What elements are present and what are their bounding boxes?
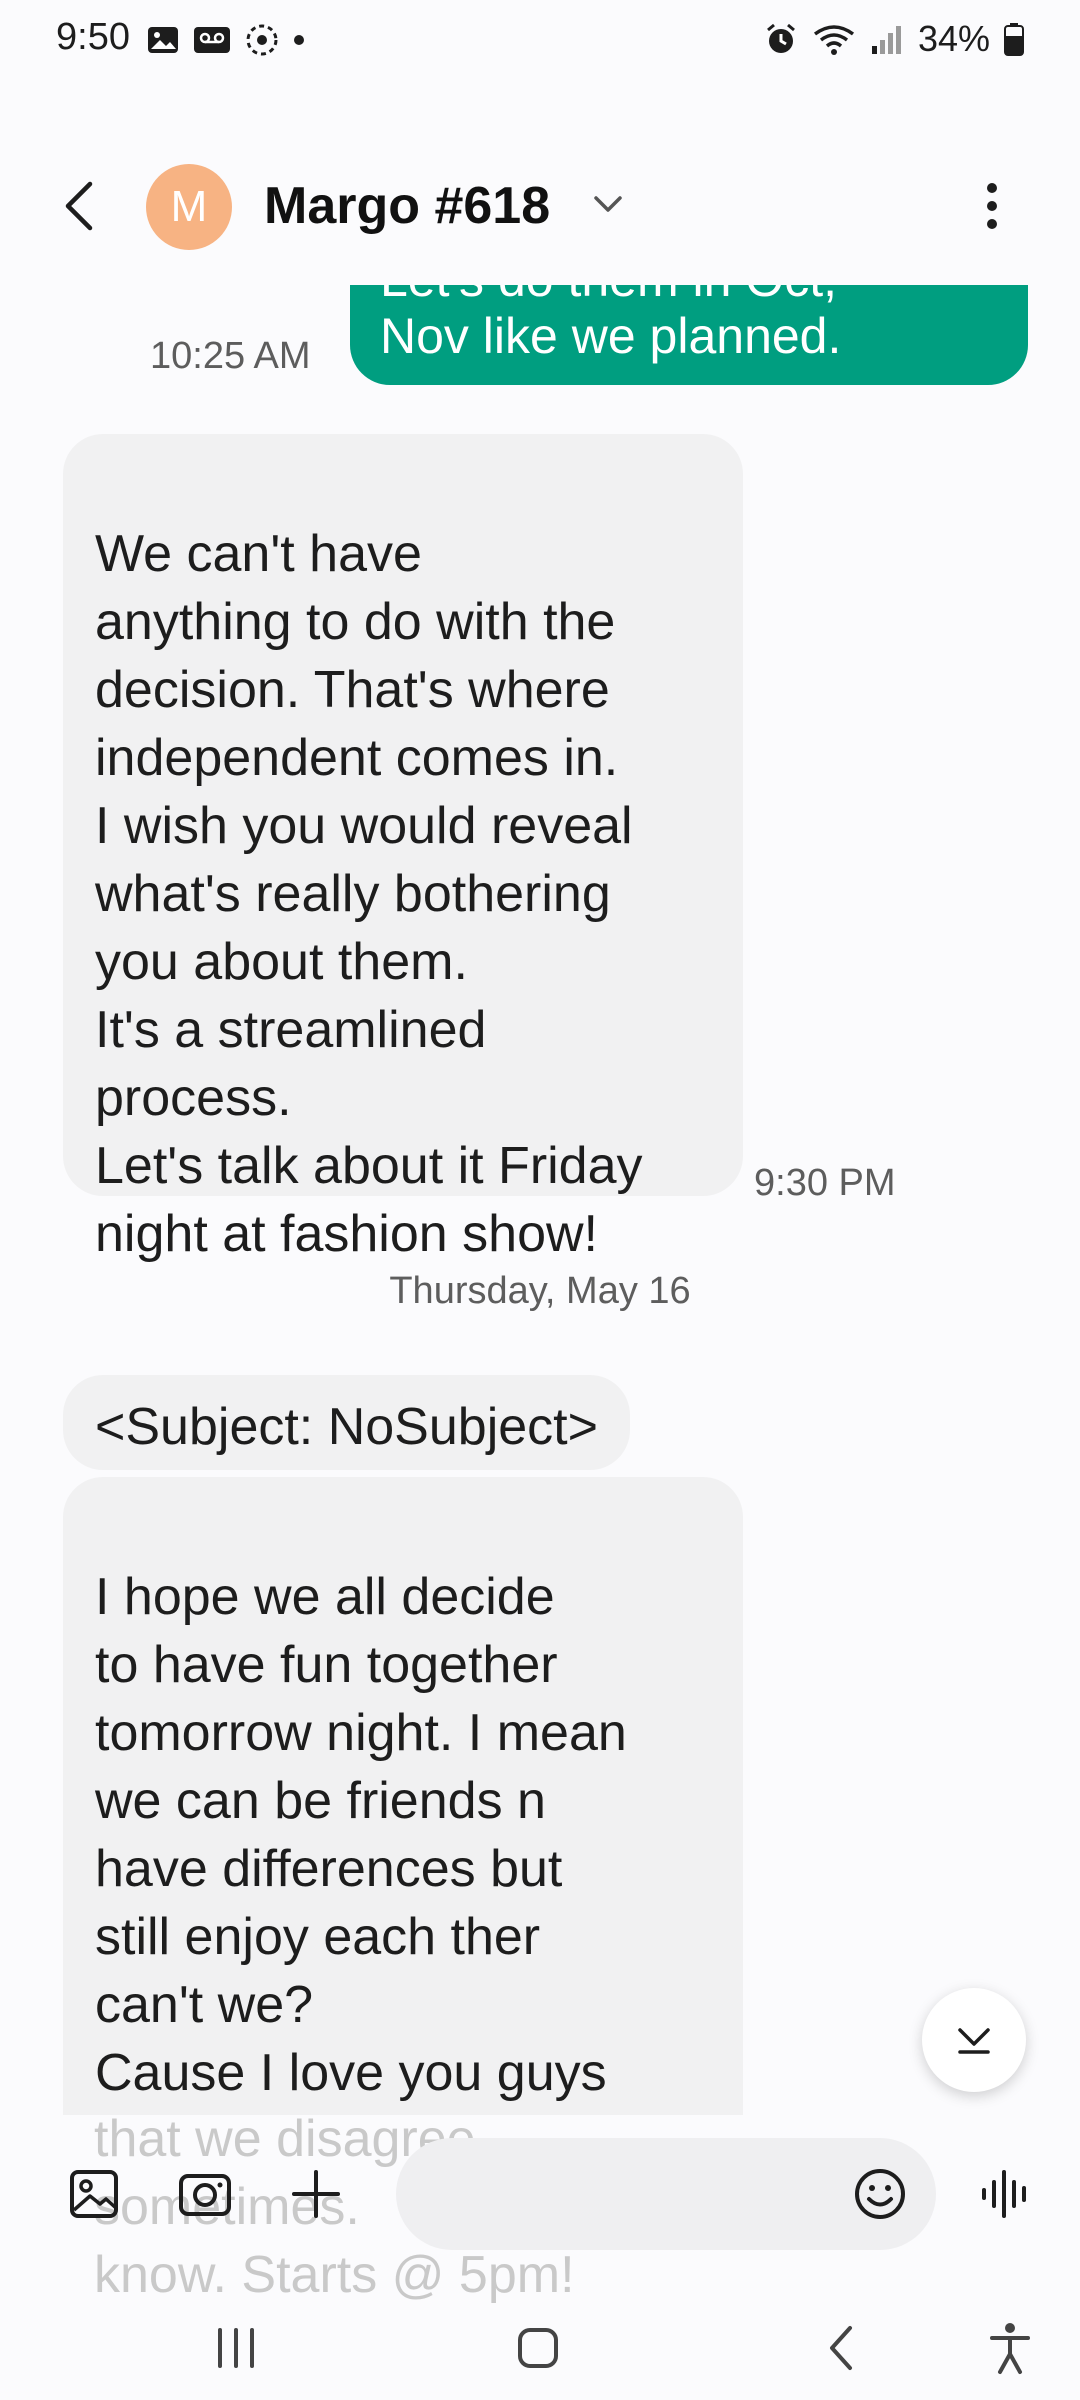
- status-time: 9:50: [56, 16, 130, 58]
- signal-icon: [871, 26, 901, 54]
- received-message-text: We can't have anything to do with the de…: [95, 525, 643, 1263]
- battery-percentage: 34%: [917, 18, 990, 59]
- subject-bubble[interactable]: <Subject: NoSubject>: [63, 1375, 630, 1470]
- wifi-icon: [813, 25, 854, 55]
- message-input[interactable]: [396, 2138, 816, 2250]
- received-message-text-2: I hope we all decide to have fun togethe…: [95, 1568, 627, 2115]
- contact-name[interactable]: Margo #618: [264, 176, 550, 236]
- battery-icon: [1004, 23, 1024, 56]
- chevron-down-icon[interactable]: [588, 184, 628, 224]
- recent-apps-icon[interactable]: [206, 2318, 266, 2378]
- back-nav-icon[interactable]: [812, 2318, 872, 2378]
- voicemail-notification-icon: [194, 27, 230, 53]
- scroll-to-bottom-button[interactable]: [922, 1988, 1026, 2092]
- received-message-bubble-2[interactable]: I hope we all decide to have fun togethe…: [63, 1477, 743, 2115]
- message-composer: [0, 2114, 1080, 2274]
- received-message-time: 9:30 PM: [754, 1162, 896, 1204]
- date-separator: Thursday, May 16: [389, 1270, 691, 1312]
- system-icons: 34%: [764, 18, 1024, 60]
- status-bar: 9:50 34%: [0, 0, 1080, 80]
- home-icon[interactable]: [508, 2318, 568, 2378]
- system-navigation-bar: [0, 2290, 1080, 2400]
- more-options-button[interactable]: [968, 176, 1016, 236]
- message-list[interactable]: Let's do them in Oct, Nov like we planne…: [0, 285, 1080, 2115]
- add-attachment-icon[interactable]: [286, 2164, 346, 2224]
- message-input-container[interactable]: [396, 2138, 936, 2250]
- sent-message-bubble[interactable]: Let's do them in Oct, Nov like we planne…: [350, 285, 1028, 385]
- contact-avatar[interactable]: M: [146, 164, 232, 250]
- camera-icon[interactable]: [175, 2164, 235, 2224]
- voice-input-icon[interactable]: [976, 2164, 1036, 2224]
- accessibility-icon[interactable]: [980, 2318, 1040, 2378]
- emoji-icon[interactable]: [852, 2166, 908, 2222]
- more-notifications-dot-icon: [294, 35, 304, 45]
- notification-icons: [146, 22, 306, 58]
- conversation-header: M Margo #618: [0, 140, 1080, 270]
- alarm-icon: [766, 23, 795, 53]
- gallery-icon[interactable]: [64, 2164, 124, 2224]
- back-button[interactable]: [52, 176, 112, 236]
- sent-message-time: 10:25 AM: [150, 335, 311, 377]
- subject-text: <Subject: NoSubject>: [95, 1398, 598, 1456]
- sync-notification-icon: [246, 24, 278, 56]
- sent-message-text: Nov like we planned.: [380, 308, 842, 364]
- chevron-down-line-icon: [958, 2028, 990, 2054]
- received-message-bubble[interactable]: We can't have anything to do with the de…: [63, 434, 743, 1263]
- gallery-notification-icon: [148, 27, 178, 53]
